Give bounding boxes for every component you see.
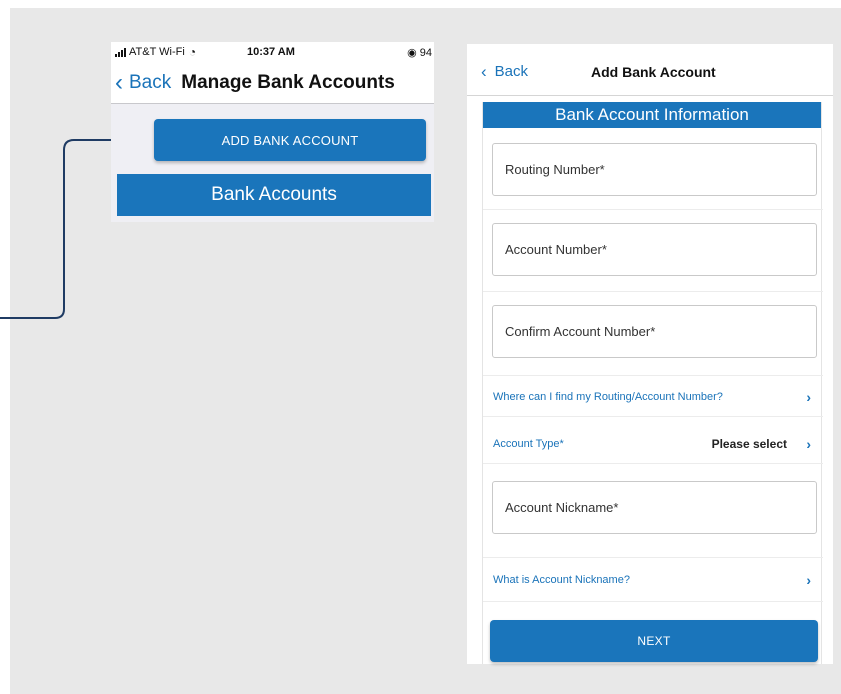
signal-icon bbox=[115, 47, 126, 57]
battery-indicator: ◉ 94 bbox=[407, 46, 432, 59]
nav-bar: ‹ Back Add Bank Account bbox=[467, 44, 833, 96]
battery-level: 94 bbox=[419, 47, 432, 59]
chevron-left-icon: ‹ bbox=[481, 62, 487, 81]
back-label: Back bbox=[129, 71, 172, 93]
chevron-left-icon: ‹ bbox=[115, 68, 123, 96]
routing-number-input[interactable] bbox=[505, 162, 816, 177]
page-title: Add Bank Account bbox=[591, 64, 716, 80]
find-numbers-link[interactable]: Where can I find my Routing/Account Numb… bbox=[483, 377, 823, 417]
account-row bbox=[483, 210, 823, 292]
back-label: Back bbox=[494, 63, 529, 80]
account-number-field[interactable] bbox=[492, 223, 817, 276]
account-type-label: Account Type* bbox=[493, 437, 564, 450]
nickname-row bbox=[483, 466, 823, 558]
manage-bank-accounts-screen: AT&T Wi-Fi ◔ 10:37 AM ◉ 94 ‹ Back Manage… bbox=[111, 42, 434, 222]
wifi-icon: ◔ bbox=[188, 45, 197, 59]
status-time: 10:37 AM bbox=[247, 46, 295, 58]
account-type-select[interactable]: Account Type* Please select › bbox=[483, 424, 823, 464]
page-title: Manage Bank Accounts bbox=[181, 71, 395, 93]
account-nickname-input[interactable] bbox=[505, 500, 816, 515]
chevron-right-icon: › bbox=[806, 388, 811, 405]
confirm-account-number-field[interactable] bbox=[492, 305, 817, 358]
add-bank-account-button[interactable]: ADD BANK ACCOUNT bbox=[154, 119, 426, 161]
routing-row bbox=[483, 128, 823, 210]
account-type-value: Please select bbox=[711, 436, 787, 451]
bank-account-form: Bank Account Information Where can I fin… bbox=[482, 102, 823, 664]
routing-number-field[interactable] bbox=[492, 143, 817, 196]
account-number-input[interactable] bbox=[505, 242, 816, 257]
nickname-help-label: What is Account Nickname? bbox=[493, 573, 630, 586]
alarm-icon: ◉ bbox=[407, 47, 417, 59]
account-nickname-field[interactable] bbox=[492, 481, 817, 534]
carrier-label: AT&T Wi-Fi bbox=[129, 46, 185, 58]
nav-bar: ‹ Back Manage Bank Accounts bbox=[111, 62, 434, 104]
confirm-account-number-input[interactable] bbox=[505, 324, 816, 339]
add-bank-account-screen: ‹ Back Add Bank Account Bank Account Inf… bbox=[467, 44, 833, 664]
find-numbers-label: Where can I find my Routing/Account Numb… bbox=[493, 390, 723, 403]
chevron-right-icon: › bbox=[806, 571, 811, 588]
back-button[interactable]: ‹ Back bbox=[115, 68, 172, 96]
chevron-right-icon: › bbox=[806, 435, 811, 452]
bank-accounts-header: Bank Accounts bbox=[117, 174, 431, 216]
nickname-help-link[interactable]: What is Account Nickname? › bbox=[483, 558, 823, 602]
section-header: Bank Account Information bbox=[483, 102, 821, 128]
confirm-row bbox=[483, 292, 823, 376]
status-bar: AT&T Wi-Fi ◔ 10:37 AM ◉ 94 bbox=[111, 42, 434, 62]
back-button[interactable]: ‹ Back bbox=[481, 63, 528, 80]
next-button[interactable]: NEXT bbox=[490, 620, 818, 662]
